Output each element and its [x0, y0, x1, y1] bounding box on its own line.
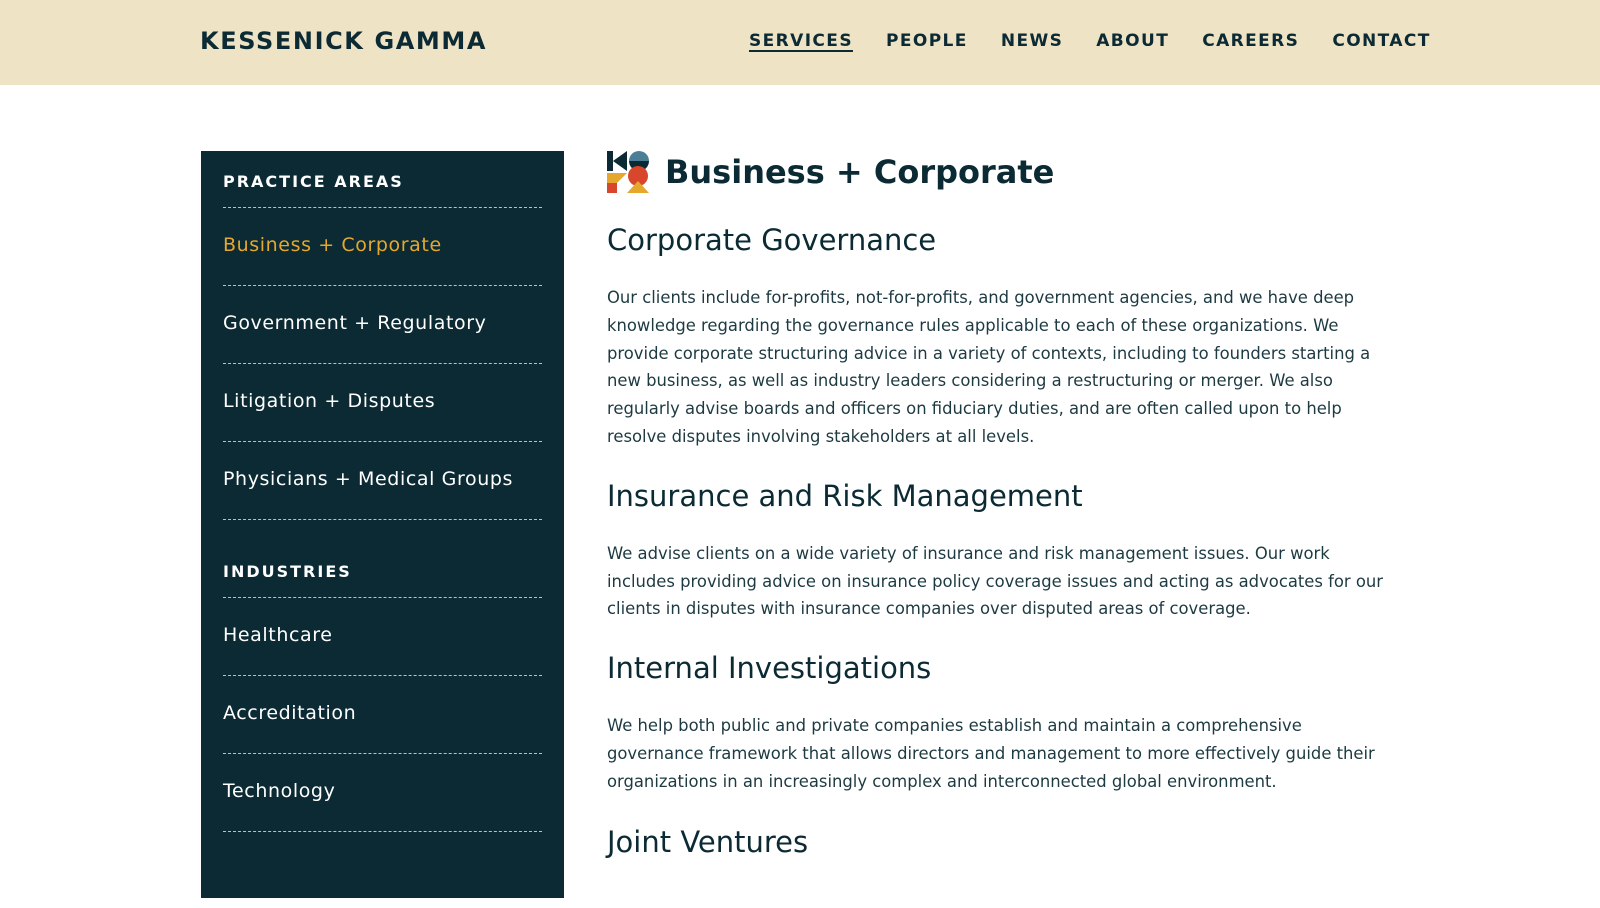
sidebar-item-business-corporate[interactable]: Business + Corporate	[223, 208, 542, 286]
sidebar-item-accreditation[interactable]: Accreditation	[223, 676, 542, 754]
nav-news[interactable]: NEWS	[1001, 31, 1063, 51]
nav-services[interactable]: SERVICES	[749, 31, 853, 51]
nav-people[interactable]: PEOPLE	[886, 31, 968, 51]
section-corporate-governance: Corporate Governance Our clients include…	[607, 223, 1397, 451]
nav-about[interactable]: ABOUT	[1096, 31, 1169, 51]
sidebar-item-litigation-disputes[interactable]: Litigation + Disputes	[223, 364, 542, 442]
section-internal-investigations: Internal Investigations We help both pub…	[607, 651, 1397, 795]
industries-heading: INDUSTRIES	[223, 520, 542, 598]
section-insurance-risk: Insurance and Risk Management We advise …	[607, 479, 1397, 623]
sidebar-item-healthcare[interactable]: Healthcare	[223, 598, 542, 676]
section-heading: Corporate Governance	[607, 223, 937, 257]
nav-careers[interactable]: CAREERS	[1202, 31, 1299, 51]
main-content: Business + Corporate Corporate Governanc…	[607, 151, 1397, 859]
section-heading: Internal Investigations	[607, 651, 932, 686]
section-heading: Joint Ventures	[607, 824, 809, 859]
sidebar-item-technology[interactable]: Technology	[223, 754, 542, 832]
site-header: KESSENICK GAMMA SERVICES PEOPLE NEWS ABO…	[0, 0, 1600, 85]
page-title: Business + Corporate	[665, 153, 1055, 191]
section-body: Our clients include for-profits, not-for…	[607, 288, 1371, 446]
sidebar-item-government-regulatory[interactable]: Government + Regulatory	[223, 286, 542, 364]
section-heading: Insurance and Risk Management	[607, 478, 1083, 513]
nav-contact[interactable]: CONTACT	[1332, 31, 1430, 51]
brand-logo[interactable]: KESSENICK GAMMA	[200, 27, 487, 55]
services-sidebar: PRACTICE AREAS Business + Corporate Gove…	[201, 151, 564, 898]
kg-geometric-logo-icon	[607, 151, 649, 193]
practice-areas-heading: PRACTICE AREAS	[223, 151, 542, 208]
main-nav: SERVICES PEOPLE NEWS ABOUT CAREERS CONTA…	[749, 31, 1431, 51]
section-body: We help both public and private companie…	[607, 716, 1375, 791]
section-body: We advise clients on a wide variety of i…	[607, 543, 1384, 619]
sidebar-item-physicians-medical-groups[interactable]: Physicians + Medical Groups	[223, 442, 542, 520]
section-joint-ventures: Joint Ventures	[607, 825, 1397, 859]
page-title-row: Business + Corporate	[607, 151, 1397, 193]
